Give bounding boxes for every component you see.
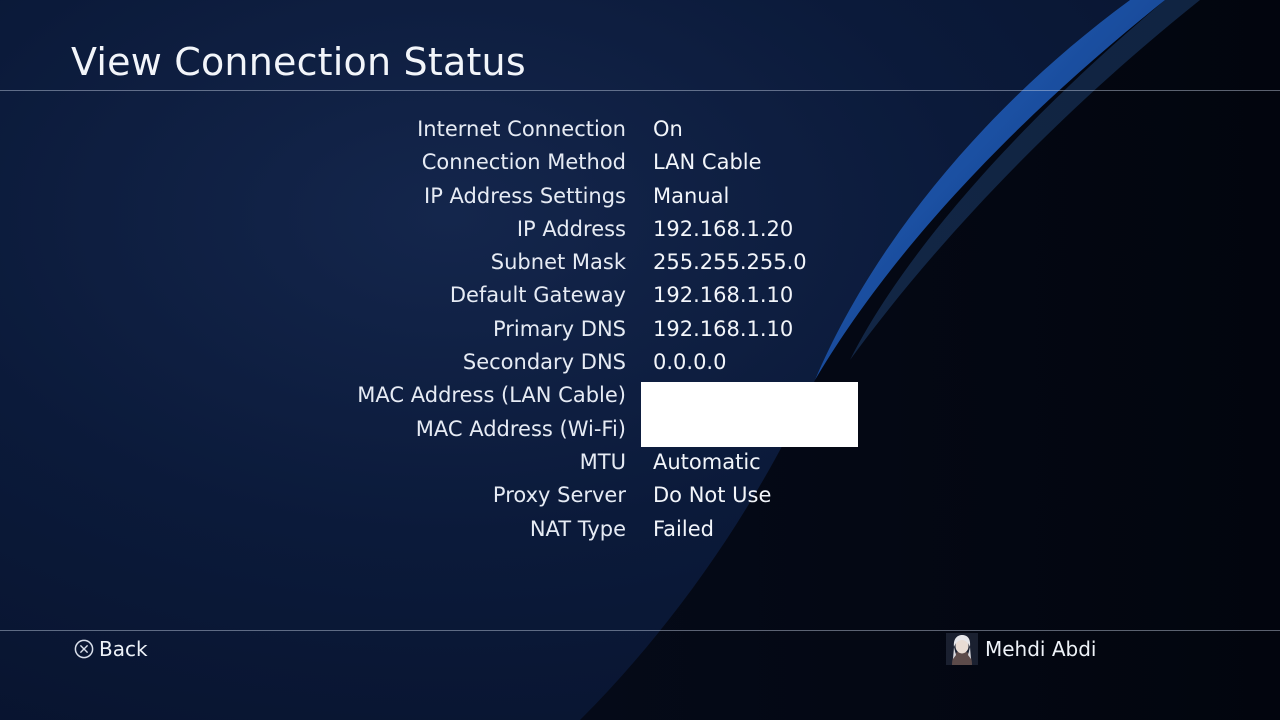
status-label: Connection Method <box>421 150 626 175</box>
status-label: Subnet Mask <box>490 250 626 275</box>
user-name: Mehdi Abdi <box>985 637 1097 661</box>
status-label: MAC Address (Wi-Fi) <box>415 416 626 441</box>
back-button[interactable]: Back <box>74 636 148 662</box>
status-label: IP Address Settings <box>424 183 626 208</box>
status-row-default-gateway: Default Gateway 192.168.1.10 <box>0 279 1280 312</box>
mac-address-redaction-box <box>641 382 858 447</box>
status-row-secondary-dns: Secondary DNS 0.0.0.0 <box>0 346 1280 379</box>
status-value: Manual <box>653 183 730 208</box>
status-label: NAT Type <box>529 516 626 541</box>
status-row-primary-dns: Primary DNS 192.168.1.10 <box>0 313 1280 346</box>
status-row-mtu: MTU Automatic <box>0 446 1280 479</box>
header-divider <box>0 90 1280 91</box>
status-value: 192.168.1.10 <box>653 283 794 308</box>
footer-divider <box>0 630 1280 631</box>
status-row-nat-type: NAT Type Failed <box>0 513 1280 546</box>
status-value: On <box>653 117 683 141</box>
cross-button-icon <box>74 639 94 659</box>
status-label: Primary DNS <box>492 316 626 341</box>
status-value: 0.0.0.0 <box>653 350 727 375</box>
status-row-connection-method: Connection Method LAN Cable <box>0 146 1280 179</box>
status-value: Do Not Use <box>653 483 772 508</box>
page-title: View Connection Status <box>71 40 526 84</box>
status-value: 192.168.1.10 <box>653 316 794 341</box>
status-value: 255.255.255.0 <box>653 250 807 275</box>
status-value: Failed <box>653 516 714 541</box>
status-label: MTU <box>579 449 626 474</box>
status-label: MAC Address (LAN Cable) <box>357 383 626 408</box>
status-label: Proxy Server <box>492 483 626 508</box>
user-profile: Mehdi Abdi <box>946 633 1096 665</box>
status-row-proxy-server: Proxy Server Do Not Use <box>0 479 1280 512</box>
status-label: Internet Connection <box>417 117 626 141</box>
status-label: Secondary DNS <box>462 350 626 375</box>
status-row-mac-address-lan: MAC Address (LAN Cable) <box>0 379 1280 412</box>
status-row-ip-address: IP Address 192.168.1.20 <box>0 213 1280 246</box>
connection-status-screen: View Connection Status Internet Connecti… <box>0 0 1280 720</box>
status-row-ip-address-settings: IP Address Settings Manual <box>0 180 1280 213</box>
status-row-subnet-mask: Subnet Mask 255.255.255.0 <box>0 246 1280 279</box>
avatar <box>946 633 978 665</box>
status-row-mac-address-wifi: MAC Address (Wi-Fi) <box>0 413 1280 446</box>
status-value: 192.168.1.20 <box>653 216 794 241</box>
connection-status-list: Internet Connection On Connection Method… <box>0 113 1280 546</box>
status-value: LAN Cable <box>653 150 762 175</box>
status-value: Automatic <box>653 449 761 474</box>
status-label: Default Gateway <box>449 283 626 308</box>
status-row-internet-connection: Internet Connection On <box>0 113 1280 146</box>
back-label: Back <box>99 637 148 661</box>
status-label: IP Address <box>516 216 626 241</box>
